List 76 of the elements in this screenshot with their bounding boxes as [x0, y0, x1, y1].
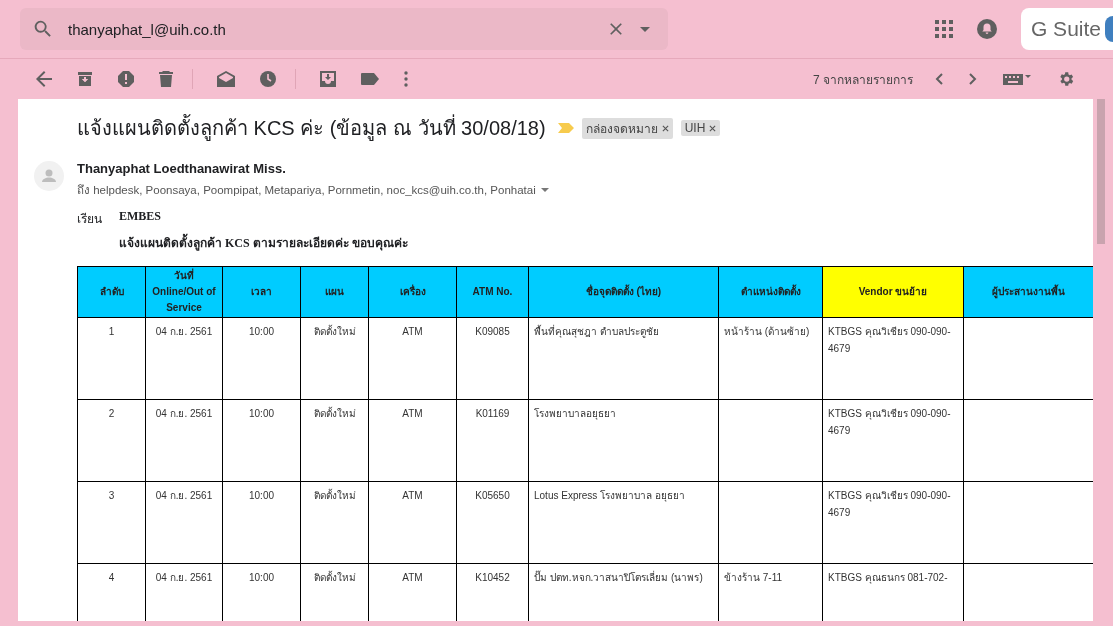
caret-icon[interactable] — [540, 188, 549, 192]
table-cell: ติดตั้งใหม่ — [313, 326, 356, 337]
keyboard-icon[interactable] — [1003, 73, 1031, 85]
label-icon[interactable] — [361, 73, 379, 85]
chevron-left-icon[interactable] — [935, 73, 943, 85]
apps-grid-icon[interactable] — [934, 20, 953, 38]
column-header: แผน — [300, 266, 369, 318]
column-header: Vendor ขนย้าย — [822, 266, 964, 318]
table-cell: ข้างร้าน 7-11 — [724, 572, 783, 583]
warning-icon[interactable] — [118, 71, 134, 87]
move-to-inbox-icon[interactable] — [320, 71, 336, 87]
table-cell: ATM — [402, 572, 423, 583]
column-header: เครื่อง — [368, 266, 457, 318]
table-cell: ATM — [402, 490, 423, 501]
bell-icon[interactable] — [976, 19, 997, 39]
more-icon[interactable] — [404, 71, 408, 87]
table-cell: ติดตั้งใหม่ — [313, 572, 356, 583]
column-header: ATM No. — [456, 266, 529, 318]
column-header: ตำแหน่งติดตั้ง — [718, 266, 823, 318]
table-cell: 10:00 — [249, 326, 274, 337]
table-cell: หน้าร้าน (ด้านซ้าย) — [724, 326, 810, 337]
table-cell: โรงพยาบาลอยุธยา — [534, 408, 616, 419]
clock-icon[interactable] — [260, 71, 276, 87]
table-cell: ATM — [402, 326, 423, 337]
table-cell: 3 — [108, 490, 115, 501]
table-cell: 4 — [108, 572, 115, 583]
column-header: ลำดับ — [77, 266, 146, 318]
table-cell: ATM — [402, 408, 423, 419]
table-cell: KTBGS คุณวิเชียร 090-090-4679 — [828, 490, 951, 518]
column-header: วันที่ Online/Out of Service — [145, 266, 223, 318]
label-chip[interactable]: UIH — [680, 120, 721, 136]
delete-icon[interactable] — [159, 71, 173, 87]
message-count: 7 จากหลายรายการ — [813, 71, 913, 89]
label-chip[interactable]: กล่องจดหมาย — [581, 117, 673, 139]
table-cell: K09085 — [475, 326, 510, 337]
table-cell: K05650 — [475, 490, 510, 501]
importance-marker-icon[interactable] — [557, 123, 574, 133]
table-cell: 10:00 — [249, 572, 274, 583]
table-cell: ติดตั้งใหม่ — [313, 408, 356, 419]
table-cell: 2 — [108, 408, 115, 419]
caret-icon[interactable] — [640, 26, 650, 32]
close-icon[interactable] — [709, 124, 717, 132]
close-icon[interactable] — [661, 124, 669, 132]
table-cell: 10:00 — [249, 408, 274, 419]
sender-name: Thanyaphat Loedthanawirat Miss. — [77, 161, 287, 176]
table-cell: Lotus Express โรงพยาบาล อยุธยา — [534, 490, 685, 501]
table-cell: 04 ก.ย. 2561 — [155, 490, 213, 501]
table-cell: ติดตั้งใหม่ — [313, 490, 356, 501]
envelope-icon[interactable] — [217, 71, 235, 87]
table-cell: 04 ก.ย. 2561 — [155, 408, 213, 419]
table-cell: 04 ก.ย. 2561 — [155, 572, 213, 583]
recipients-text: ถึง helpdesk, Poonsaya, Poompipat, Metapariya, Pornmetin, noc_kcs@uih.co.th, Ponhatai — [77, 183, 536, 198]
table-cell: K10452 — [475, 572, 510, 583]
column-header: ชื่อจุดติดตั้ง (ไทย) — [528, 266, 719, 318]
table-cell: KTBGS คุณวิเชียร 090-090-4679 — [828, 326, 951, 354]
search-field[interactable]: thanyaphat_l@uih.co.th — [20, 8, 668, 50]
table-cell: K01169 — [475, 408, 510, 419]
table-cell: พื้นที่คุณสุชฎา ตำบลประตูชัย — [534, 326, 659, 337]
scrollbar-thumb[interactable] — [1097, 99, 1105, 244]
table-cell: 10:00 — [249, 490, 274, 501]
table-cell: KTBGS คุณธนกร 081-702- — [828, 572, 948, 583]
salutation-text: เรียน — [77, 211, 103, 228]
table-cell: 04 ก.ย. 2561 — [155, 326, 213, 337]
column-header: ผู้ประสานงานพื้น — [963, 266, 1093, 318]
addressee-text: EMBES — [119, 209, 161, 225]
table-cell: KTBGS คุณวิเชียร 090-090-4679 — [828, 408, 951, 436]
table-cell: 1 — [108, 326, 115, 337]
chevron-right-icon[interactable] — [969, 73, 977, 85]
message-text: แจ้งแผนติดตั้งลูกค้า KCS ตามรายละเอียดค่ะ ขอบคุณค่ะ — [119, 233, 1093, 252]
email-subject: แจ้งแผนติดตั้งลูกค้า KCS ค่ะ (ข้อมูล ณ วันที่ 30/08/18) — [77, 112, 546, 144]
table-cell: ปั๊ม ปตท.หจก.วาสนาปิโตรเลี่ยม (นาพร) — [534, 572, 703, 583]
brand-logo[interactable]: G Suite — [1020, 8, 1113, 50]
column-header: เวลา — [222, 266, 301, 318]
search-icon[interactable] — [32, 18, 54, 40]
back-arrow-icon[interactable] — [36, 71, 52, 87]
archive-icon[interactable] — [77, 71, 93, 87]
